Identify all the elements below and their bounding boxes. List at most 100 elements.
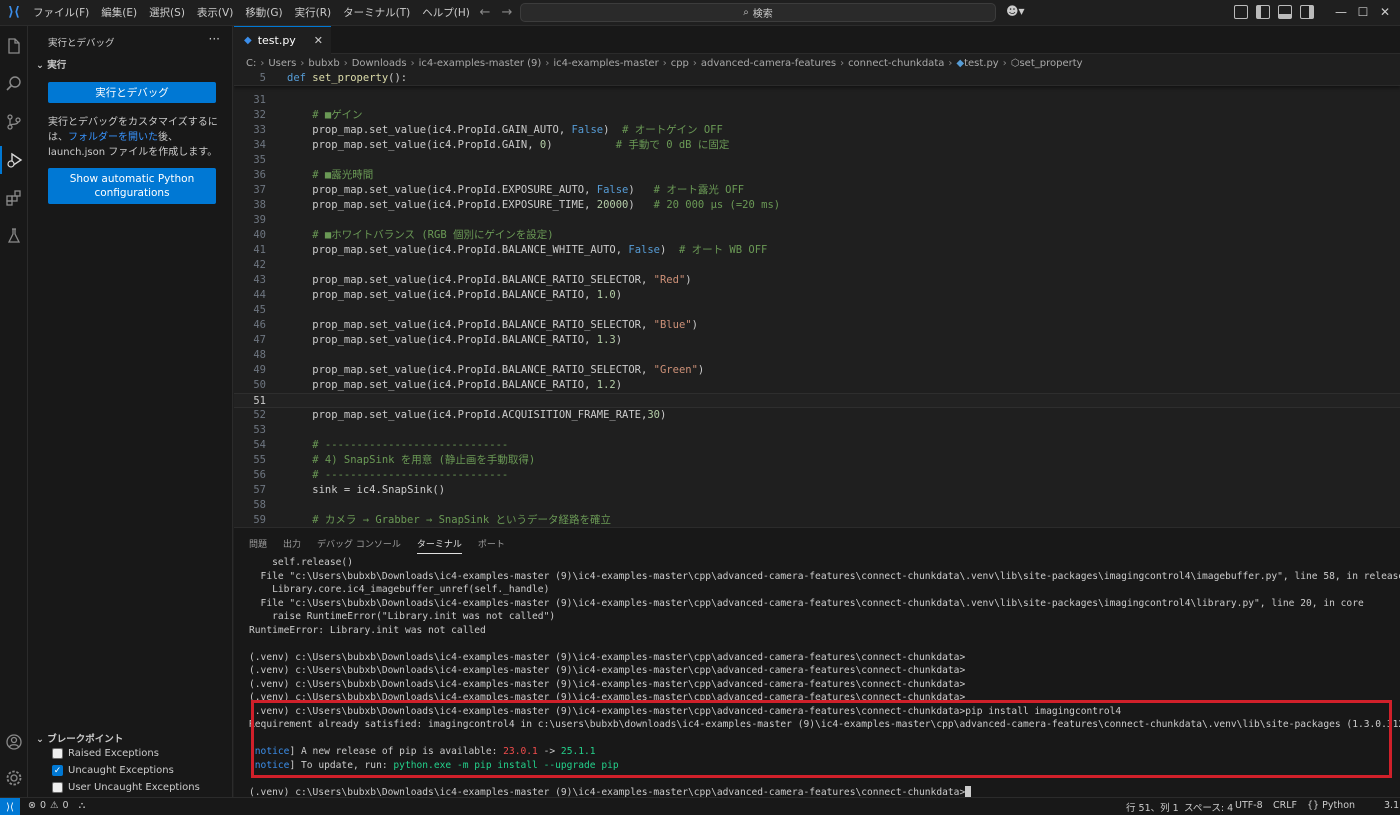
extensions-icon[interactable] (0, 184, 28, 212)
python-version[interactable]: 3.1 (1384, 800, 1399, 811)
breadcrumb-item[interactable]: bubxb (308, 58, 339, 69)
breadcrumb-item[interactable]: advanced-camera-features (701, 58, 836, 69)
breakpoint-uncaught-exceptions[interactable]: ✓ Uncaught Exceptions (52, 765, 174, 776)
layout-controls: — ☐ ✕ (1234, 5, 1392, 19)
cursor-position[interactable]: 行 51、列 1 (1126, 800, 1179, 814)
menu-item[interactable]: ターミナル(T) (337, 0, 416, 26)
encoding[interactable]: UTF-8 (1235, 800, 1263, 811)
terminal-token: Library.core.ic4_imagebuffer_unref(self.… (249, 584, 550, 595)
menu-item[interactable]: 実行(R) (289, 0, 338, 26)
checkbox[interactable] (52, 782, 63, 793)
account-icon[interactable] (0, 728, 28, 756)
maximize-icon[interactable]: ☐ (1356, 5, 1370, 19)
breakpoints-section-header[interactable]: ⌄ ブレークポイント (36, 731, 123, 745)
more-actions-icon[interactable]: ··· (209, 32, 220, 46)
search-view-icon[interactable] (0, 70, 28, 98)
run-description: 実行とデバッグをカスタマイズするには、フォルダーを開いた後、launch.jso… (48, 115, 220, 160)
panel-tab[interactable]: ポート (478, 537, 505, 554)
breadcrumb-item[interactable]: Users (268, 58, 296, 69)
line-number: 50 (253, 379, 266, 391)
explorer-icon[interactable] (0, 32, 28, 60)
menu-item[interactable]: ヘルプ(H) (416, 0, 476, 26)
line-number: 33 (253, 124, 266, 136)
copilot-icon[interactable]: ☻▾ (1006, 4, 1025, 18)
toggle-panel-icon[interactable] (1278, 5, 1292, 19)
breakpoint-raised-exceptions[interactable]: Raised Exceptions (52, 748, 159, 759)
show-python-configurations-button[interactable]: Show automatic Python configurations (48, 168, 216, 204)
code-token: # ----------------------------- (287, 439, 509, 451)
back-arrow-icon[interactable]: ← (474, 0, 496, 26)
code-text: prop_map.set_value(ic4.PropId.BALANCE_RA… (287, 318, 698, 333)
code-line: 34 prop_map.set_value(ic4.PropId.GAIN, 0… (234, 138, 1400, 153)
open-folder-link[interactable]: フォルダーを開いた (68, 132, 158, 143)
panel-tab[interactable]: ターミナル (416, 537, 462, 554)
terminal-token: File "c:\Users\bubxb\Downloads\ic4-examp… (249, 597, 1364, 609)
breakpoint-user-uncaught-exceptions[interactable]: User Uncaught Exceptions (52, 782, 200, 793)
breadcrumb-item[interactable]: set_property (1019, 58, 1082, 69)
python-button-line2: configurations (94, 187, 170, 199)
settings-gear-icon[interactable] (0, 764, 28, 792)
forward-arrow-icon[interactable]: → (496, 0, 518, 26)
panel-tab[interactable]: 出力 (283, 537, 301, 554)
code-line: 35 (234, 153, 1400, 168)
run-and-debug-button[interactable]: 実行とデバッグ (48, 82, 216, 103)
indentation[interactable]: スペース: 4 (1184, 800, 1233, 814)
checkbox-checked[interactable]: ✓ (52, 765, 63, 776)
code-editor[interactable]: 31 32 # ■ゲイン 33 prop_map.set_value(ic4.Pro… (234, 71, 1400, 527)
code-token: # オート露光 OFF (653, 184, 745, 196)
line-number: 59 (253, 514, 266, 526)
breadcrumb-item[interactable]: ic4-examples-master (9) (419, 58, 542, 69)
toggle-sidebar-icon[interactable] (1256, 5, 1270, 19)
menu-item[interactable]: ファイル(F) (27, 0, 95, 26)
menu-item[interactable]: 移動(G) (239, 0, 288, 26)
code-line: 43 prop_map.set_value(ic4.PropId.BALANCE… (234, 273, 1400, 288)
panel-tabs: 問題 出力 デバッグ コンソール ターミナル ポート (249, 537, 505, 554)
code-line: 59 # カメラ → Grabber → SnapSink というデータ経路を確… (234, 513, 1400, 527)
menu-item[interactable]: 表示(V) (191, 0, 239, 26)
run-debug-icon[interactable] (0, 146, 28, 174)
panel-tab[interactable]: デバッグ コンソール (317, 537, 401, 554)
close-tab-icon[interactable]: ✕ (314, 34, 323, 47)
sticky-scroll-header[interactable]: 5 def set_property(): (234, 71, 1400, 86)
run-section-header[interactable]: ⌄ 実行 (36, 57, 66, 71)
code-line: 41 prop_map.set_value(ic4.PropId.BALANCE… (234, 243, 1400, 258)
code-token: ) (628, 184, 654, 196)
chevron-down-icon: ⌄ (36, 60, 48, 71)
line-number: 58 (253, 499, 266, 511)
breakpoint-label: Raised Exceptions (68, 748, 159, 759)
remote-indicator-icon[interactable]: ⟩⟨ (0, 798, 20, 815)
problems-status[interactable]: ⊗ 0 ⚠ 0 ⛬ (28, 800, 85, 811)
source-control-icon[interactable] (0, 108, 28, 136)
toggle-secondary-sidebar-icon[interactable] (1300, 5, 1314, 19)
code-text: prop_map.set_value(ic4.PropId.BALANCE_RA… (287, 363, 704, 378)
code-text: prop_map.set_value(ic4.PropId.BALANCE_RA… (287, 288, 622, 303)
code-token: False (596, 184, 629, 196)
code-line: 38 prop_map.set_value(ic4.PropId.EXPOSUR… (234, 198, 1400, 213)
command-center-search[interactable]: ⌕ 検索 (520, 3, 996, 22)
breadcrumb-item[interactable]: test.py (964, 58, 999, 69)
breadcrumb-item[interactable]: connect-chunkdata (848, 58, 944, 69)
breadcrumb-item[interactable]: C: (246, 58, 256, 69)
code-line: 58 (234, 498, 1400, 513)
line-number: 55 (253, 454, 266, 466)
menu-item[interactable]: 選択(S) (143, 0, 191, 26)
code-token: # ----------------------------- (287, 469, 509, 481)
line-ending[interactable]: CRLF (1273, 800, 1297, 811)
code-token: ) (659, 244, 679, 256)
customize-layout-icon[interactable] (1234, 5, 1248, 19)
tab-test-py[interactable]: ◆ test.py ✕ (234, 26, 331, 54)
breadcrumb-item[interactable]: Downloads (352, 58, 407, 69)
breadcrumb-item[interactable]: cpp (671, 58, 689, 69)
symbol-method-icon: ⬡ (1010, 57, 1020, 69)
language-mode[interactable]: {} Python (1307, 800, 1355, 811)
minimize-icon[interactable]: — (1334, 5, 1348, 19)
menu-item[interactable]: 編集(E) (95, 0, 143, 26)
code-text: prop_map.set_value(ic4.PropId.EXPOSURE_A… (287, 183, 744, 198)
checkbox[interactable] (52, 748, 63, 759)
panel-tab[interactable]: 問題 (249, 537, 267, 554)
close-window-icon[interactable]: ✕ (1378, 5, 1392, 19)
testing-flask-icon[interactable] (0, 222, 28, 250)
code-token: # オートゲイン OFF (622, 124, 723, 136)
code-token: ) (659, 409, 667, 421)
breadcrumb-item[interactable]: ic4-examples-master (553, 58, 658, 69)
